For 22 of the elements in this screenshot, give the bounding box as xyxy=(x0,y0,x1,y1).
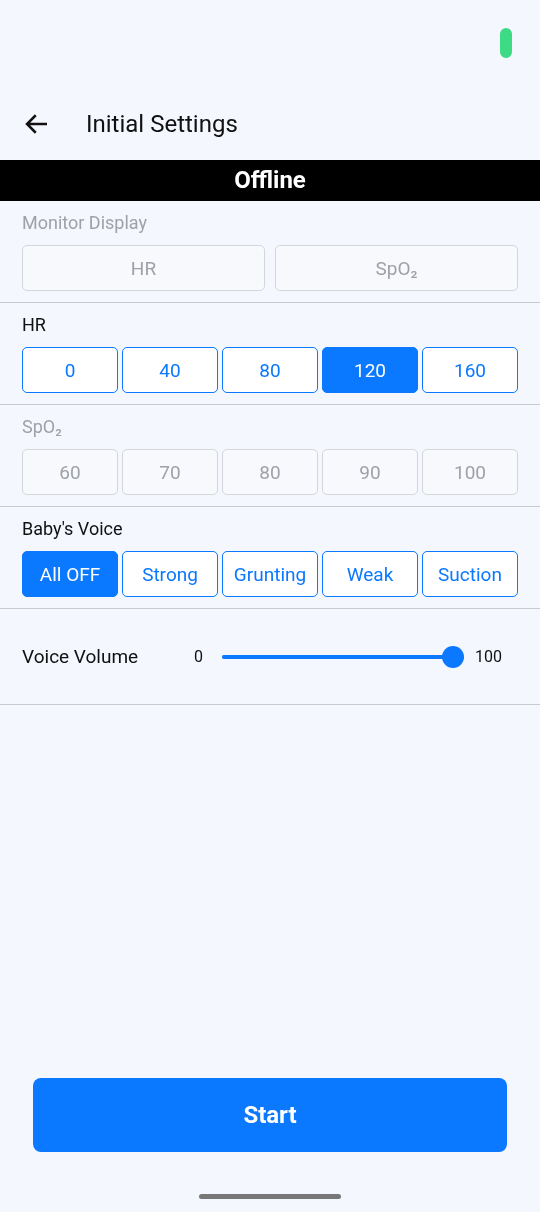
option-button[interactable]: Strong xyxy=(122,551,218,597)
status-indicator-icon xyxy=(500,28,512,58)
option-button[interactable]: 160 xyxy=(422,347,518,393)
option-button[interactable]: 0 xyxy=(22,347,118,393)
start-button[interactable]: Start xyxy=(33,1078,507,1152)
slider-thumb[interactable] xyxy=(442,645,464,668)
section-label: SpO₂ xyxy=(22,415,63,439)
option-button[interactable]: All OFF xyxy=(22,551,118,597)
section-label: Monitor Display xyxy=(22,211,148,235)
option-button[interactable]: Suction xyxy=(422,551,518,597)
offline-banner: Offline xyxy=(0,160,540,201)
option-button[interactable]: 80 xyxy=(222,347,318,393)
section-label: HR xyxy=(22,313,47,337)
page-title: Initial Settings xyxy=(86,110,238,138)
max-value: 100 xyxy=(475,647,502,666)
slider-label: Voice Volume xyxy=(22,645,140,668)
option-button[interactable]: 40 xyxy=(122,347,218,393)
min-value: 0 xyxy=(194,647,203,666)
option-button[interactable]: Grunting xyxy=(222,551,318,597)
option-button[interactable]: 120 xyxy=(322,347,418,393)
section-label: Baby's Voice xyxy=(22,517,124,541)
option-button[interactable]: Weak xyxy=(322,551,418,597)
